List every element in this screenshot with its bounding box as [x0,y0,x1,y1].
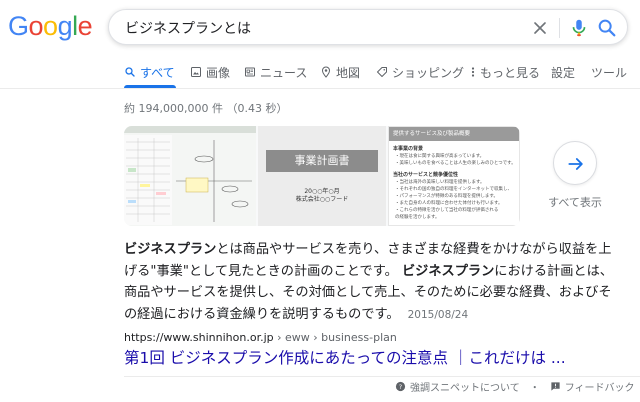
search-icon[interactable] [596,17,618,39]
snippet-date: 2015/08/24 [407,308,469,321]
tag-icon [377,67,387,77]
plan-company: 株式会社○○フード [295,196,349,203]
tab-settings[interactable]: 設定 [551,60,575,88]
doc-line: ・それぞれの国の独自の料理をインターネットで収集し、 [395,187,512,192]
logo-letter: g [57,11,73,41]
result-breadcrumb: › eww › business-plan [273,331,397,344]
image-thumbnail-plan-cover[interactable]: 事業計画書 20○○年○月 株式会社○○フード [258,126,386,226]
result-domain: https://www.shinnihon.or.jp [124,331,274,344]
doc-line: ・当社は海外の美味しい料理を提供します。 [395,180,485,185]
search-icon [125,67,135,77]
snippet-highlight: ビジネスプラン [124,242,217,257]
tab-label: 地図 [336,66,361,80]
mic-icon[interactable] [568,17,590,39]
map-pin-icon [321,66,331,78]
doc-heading: 当社のサービスと競争優位性 [393,172,459,178]
tab-label: 設定 [551,66,576,80]
image-icon [191,67,201,77]
doc-line: ・これらの特徴を活かして当社の料理が評価される [395,208,499,213]
tab-label: 画像 [206,66,231,80]
footer-separator: ・ [529,383,540,394]
about-snippets-link[interactable]: 強調スニペットについて [410,379,520,394]
search-tabs: すべて 画像 ニュース 地図 ショッピング もっと見る 設定 ツール [0,60,640,88]
more-vert-icon [471,67,475,77]
feedback-icon [551,382,560,391]
snippet-footer-divider [124,376,640,377]
logo-letter: e [77,11,93,41]
logo-letter: o [28,11,44,41]
google-logo[interactable]: Google [8,10,93,42]
search-input[interactable] [125,17,505,39]
result-url[interactable]: https://www.shinnihon.or.jp › eww › busi… [124,331,397,344]
more-images-button[interactable] [553,141,597,185]
arrow-right-icon [568,158,583,170]
tab-all[interactable]: すべて [124,60,175,88]
feedback-link[interactable]: フィードバック [565,379,635,394]
tab-label: ショッピング [392,66,465,80]
tab-shopping[interactable]: ショッピング [376,60,464,88]
doc-line: ・パフォーマンスが特徴のある料理を提供します。 [395,194,498,199]
tabs-divider [0,88,640,89]
snippet-footer: ? 強調スニペットについて ・ フィードバック [395,379,635,394]
image-strip: 事業計画書 20○○年○月 株式会社○○フード 提供するサービス及び製品概要 本… [124,126,520,226]
result-stats: 約 194,000,000 件 （0.43 秒） [124,102,288,115]
tab-more[interactable]: もっと見る [470,60,540,88]
tab-label: ニュース [260,66,308,80]
snippet-highlight: ビジネスプラン [401,263,495,279]
tab-label: もっと見る [480,66,541,80]
tab-label: ツール [591,66,628,80]
result-title-link[interactable]: 第1回 ビジネスプラン作成にあたっての注意点 ｜これだけは ... [124,347,566,369]
tab-images[interactable]: 画像 [190,60,230,88]
svg-text:?: ? [399,383,402,391]
tab-news[interactable]: ニュース [244,60,307,88]
tab-label: すべて [140,66,175,80]
doc-heading: 本事業の背景 [393,146,424,152]
doc-line: ・現在は食に関する興味が高まっています。 [395,154,485,159]
image-thumbnail-chart[interactable] [124,126,256,226]
chart-illustration [124,126,256,225]
help-icon: ? [395,381,406,392]
search-box [108,9,628,45]
news-icon [245,67,255,77]
tab-tools[interactable]: ツール [591,60,627,88]
doc-line: の経験を活かします。 [395,215,440,220]
doc-line: ・また自身の人の料理に合わせた体付けも行います。 [395,201,503,206]
doc-title: 提供するサービス及び製品概要 [389,127,519,141]
featured-snippet: ビジネスプランとは商品やサービスを売り、さまざまな経費をかけながら収益を上げる"… [124,239,624,326]
logo-letter: G [8,11,29,41]
clear-icon[interactable] [530,18,550,38]
search-divider [559,18,560,38]
image-thumbnail-document[interactable]: 提供するサービス及び製品概要 本事業の背景 ・現在は食に関する興味が高まっていま… [388,126,520,226]
doc-line: ・美味しいものを食べることは人生の楽しみのひとつです。 [395,161,516,166]
plan-title: 事業計画書 [266,150,378,172]
tab-maps[interactable]: 地図 [320,60,360,88]
logo-letter: o [43,11,58,41]
more-images-label[interactable]: すべて表示 [545,194,605,210]
